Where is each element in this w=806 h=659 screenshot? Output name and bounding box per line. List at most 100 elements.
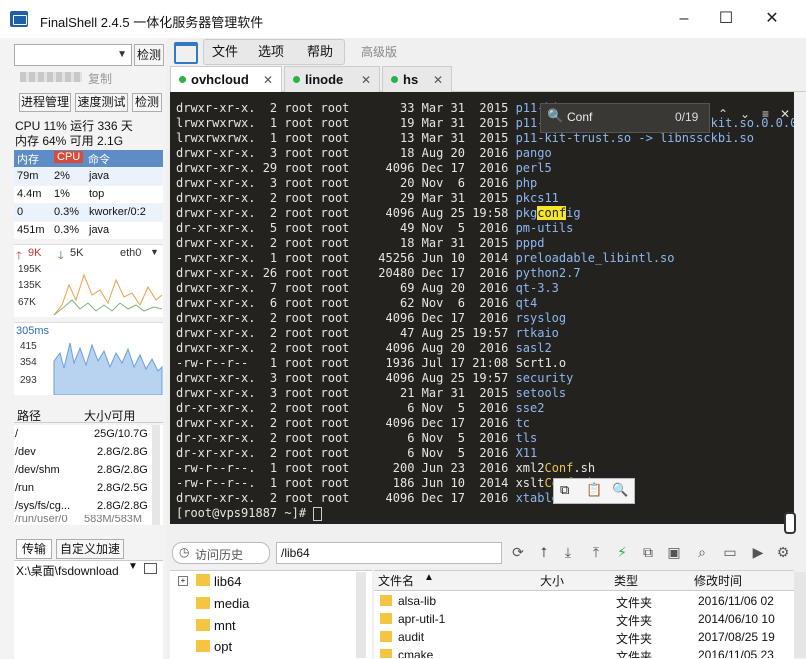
tree-item-mnt[interactable]: mnt bbox=[214, 618, 236, 633]
disk-row[interactable]: /run/user/0 583M/583M bbox=[14, 515, 163, 525]
disk-row[interactable]: /sys/fs/cg... 2.8G/2.8G bbox=[14, 497, 163, 515]
proc-cpu: 1% bbox=[54, 188, 70, 200]
terminal[interactable]: drwxr-xr-x. 2 root root 33 Mar 31 2015 p… bbox=[170, 92, 794, 524]
menu-options[interactable]: 选项 bbox=[258, 40, 284, 64]
tree-item-opt[interactable]: opt bbox=[214, 639, 232, 654]
header-modified[interactable]: 修改时间 bbox=[694, 572, 742, 590]
search-icon[interactable]: ⌕ bbox=[694, 544, 710, 560]
open-folder-icon[interactable] bbox=[174, 42, 198, 64]
folder-icon bbox=[196, 619, 210, 631]
check-button-2[interactable]: 检测 bbox=[132, 93, 162, 112]
chevron-down-icon[interactable]: ▼ bbox=[150, 247, 159, 257]
refresh-icon[interactable]: ⟳ bbox=[510, 544, 526, 560]
memory-text: 内存 64% 可用 2.1G bbox=[15, 134, 124, 148]
net-interface-select[interactable]: eth0 bbox=[120, 247, 141, 259]
file-name[interactable]: alsa-lib bbox=[398, 594, 436, 608]
tree-item-media[interactable]: media bbox=[214, 596, 249, 611]
header-cpu[interactable]: CPU bbox=[54, 151, 84, 163]
close-button[interactable]: ✕ bbox=[752, 6, 792, 32]
copy-link[interactable]: 复制 bbox=[88, 70, 112, 87]
process-row[interactable]: 4.4m 1% top bbox=[14, 186, 163, 203]
terminal-scrollbar[interactable] bbox=[794, 92, 806, 524]
minimize-button[interactable]: – bbox=[664, 6, 704, 32]
download-path[interactable]: X:\桌面\fsdownload bbox=[16, 562, 119, 579]
proc-mem: 79m bbox=[17, 170, 39, 182]
search-prev-icon[interactable]: ⌃ bbox=[718, 107, 728, 121]
tab-custom-accel[interactable]: 自定义加速 bbox=[56, 539, 124, 559]
upload-icon[interactable]: ⤒ bbox=[588, 544, 604, 560]
open-folder-icon[interactable]: ▭ bbox=[722, 544, 738, 560]
path-input[interactable]: /lib64 bbox=[276, 542, 502, 564]
process-row[interactable]: 451m 0.3% java bbox=[14, 222, 163, 239]
disk-row[interactable]: /dev 2.8G/2.8G bbox=[14, 443, 163, 461]
process-row[interactable]: 0 0.3% kworker/0:2 bbox=[14, 204, 163, 221]
menu-help[interactable]: 帮助 bbox=[307, 40, 333, 64]
up-dir-icon[interactable]: ⭡ bbox=[536, 544, 552, 560]
close-icon[interactable]: ✕ bbox=[361, 73, 371, 87]
search-case-icon[interactable]: ≡ bbox=[762, 107, 769, 121]
paste-icon[interactable]: ▣ bbox=[666, 544, 682, 560]
close-icon[interactable]: ✕ bbox=[263, 73, 273, 87]
terminal-line: lrwxrwxrwx. 1 root root 13 Mar 31 2015 p… bbox=[176, 131, 754, 145]
close-icon[interactable]: ✕ bbox=[433, 73, 443, 87]
speed-test-button[interactable]: 速度测试 bbox=[75, 93, 128, 112]
close-icon[interactable]: ✕ bbox=[780, 107, 790, 121]
play-icon[interactable]: ▶ bbox=[750, 544, 766, 560]
maximize-button[interactable]: ☐ bbox=[706, 6, 746, 32]
file-name[interactable]: cmake bbox=[398, 648, 433, 658]
tab-linode[interactable]: linode ✕ bbox=[284, 66, 380, 93]
disk-row[interactable]: /run 2.8G/2.5G bbox=[14, 479, 163, 497]
header-size[interactable]: 大小/可用 bbox=[84, 407, 135, 424]
lightning-icon[interactable]: ⚡ bbox=[614, 544, 630, 560]
chevron-down-icon[interactable]: ▼ bbox=[128, 561, 138, 572]
disk-row[interactable]: /dev/shm 2.8G/2.8G bbox=[14, 461, 163, 479]
disk-scrollbar[interactable] bbox=[152, 425, 160, 525]
file-list-scrollbar[interactable] bbox=[794, 572, 806, 658]
menu-file[interactable]: 文件 bbox=[212, 40, 238, 64]
folder-icon[interactable] bbox=[144, 563, 157, 574]
tree-scrollbar[interactable] bbox=[356, 572, 366, 658]
header-path[interactable]: 路径 bbox=[17, 407, 41, 424]
file-name[interactable]: apr-util-1 bbox=[398, 612, 445, 626]
process-row[interactable]: 79m 2% java bbox=[14, 168, 163, 185]
search-icon[interactable]: 🔍 bbox=[612, 482, 628, 498]
tab-transfer[interactable]: 传输 bbox=[16, 539, 52, 559]
disk-row[interactable]: / 25G/10.7G bbox=[14, 425, 163, 443]
server-select[interactable]: ▼ bbox=[14, 44, 132, 66]
chevron-down-icon: ▼ bbox=[117, 49, 127, 60]
disk-size: 583M/583M bbox=[84, 515, 143, 525]
disk-size: 2.8G/2.5G bbox=[97, 482, 148, 494]
copy-icon[interactable]: ⧉ bbox=[560, 482, 569, 498]
copy-icon[interactable]: ⧉ bbox=[640, 544, 656, 560]
folder-icon bbox=[380, 649, 392, 658]
search-input[interactable]: Conf bbox=[567, 110, 592, 124]
proc-cmd: java bbox=[89, 224, 110, 236]
terminal-search[interactable]: 🔍 Conf 0/19 bbox=[540, 103, 710, 133]
net-tick: 195K bbox=[18, 264, 42, 275]
header-type[interactable]: 类型 bbox=[614, 572, 638, 590]
download-icon[interactable]: ⤓ bbox=[560, 544, 576, 560]
tab-ovhcloud[interactable]: ovhcloud ✕ bbox=[170, 66, 282, 93]
app-icon bbox=[10, 11, 28, 27]
tab-hs[interactable]: hs ✕ bbox=[382, 66, 452, 93]
tree-item-lib64[interactable]: lib64 bbox=[214, 574, 241, 589]
search-next-icon[interactable]: ⌄ bbox=[740, 107, 750, 121]
header-size[interactable]: 大小 bbox=[540, 572, 564, 590]
disk-size: 25G/10.7G bbox=[94, 428, 148, 440]
check-button[interactable]: 检测 bbox=[134, 44, 164, 66]
menu-premium[interactable]: 高级版 bbox=[361, 40, 397, 64]
terminal-line: drwxr-xr-x. 2 root root 29 Mar 31 2015 p… bbox=[176, 191, 559, 205]
header-mem[interactable]: 内存 bbox=[17, 151, 39, 167]
expand-icon[interactable]: + bbox=[178, 576, 188, 586]
gear-icon[interactable]: ⚙ bbox=[775, 544, 791, 560]
scroll-thumb-icon[interactable] bbox=[784, 512, 796, 534]
process-manager-button[interactable]: 进程管理 bbox=[19, 93, 71, 112]
terminal-line: drwxr-xr-x. 3 root root 21 Mar 31 2015 s… bbox=[176, 386, 567, 400]
history-button[interactable]: ◷ 访问历史 bbox=[172, 542, 270, 564]
terminal-line: drwxr-xr-x. 3 root root 18 Aug 20 2016 p… bbox=[176, 146, 552, 160]
file-name[interactable]: audit bbox=[398, 630, 424, 644]
header-filename[interactable]: 文件名 bbox=[378, 572, 414, 590]
header-cmd[interactable]: 命令 bbox=[88, 151, 110, 167]
paste-icon[interactable]: 📋 bbox=[586, 482, 602, 498]
disk-size: 2.8G/2.8G bbox=[97, 464, 148, 476]
